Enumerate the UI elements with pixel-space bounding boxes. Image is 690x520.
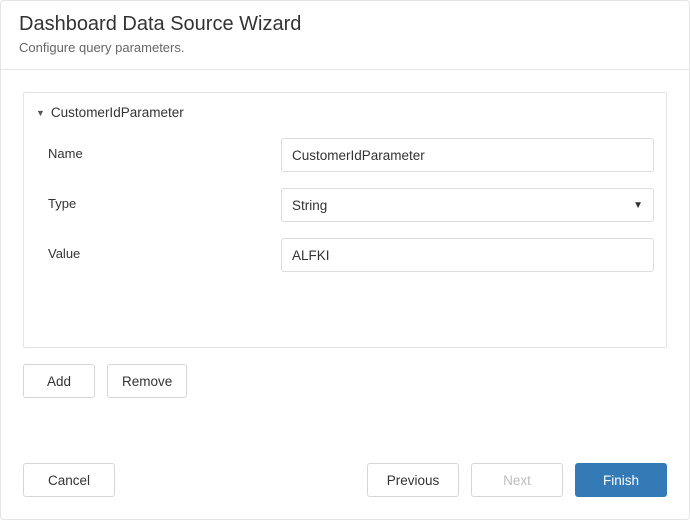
row-type: Type String ▼ bbox=[24, 180, 666, 230]
type-select[interactable]: String ▼ bbox=[281, 188, 654, 222]
name-input[interactable] bbox=[281, 138, 654, 172]
previous-button[interactable]: Previous bbox=[367, 463, 459, 497]
add-button[interactable]: Add bbox=[23, 364, 95, 398]
wizard-body: ▼ CustomerIdParameter Name Type String ▼ bbox=[1, 70, 689, 441]
type-select-value: String bbox=[292, 198, 327, 213]
collapse-triangle-icon: ▼ bbox=[36, 109, 45, 118]
parameter-section-title: CustomerIdParameter bbox=[51, 105, 184, 120]
parameter-panel: ▼ CustomerIdParameter Name Type String ▼ bbox=[23, 92, 667, 348]
row-value: Value bbox=[24, 230, 666, 280]
value-label: Value bbox=[36, 238, 281, 261]
row-name: Name bbox=[24, 130, 666, 180]
next-button: Next bbox=[471, 463, 563, 497]
value-input[interactable] bbox=[281, 238, 654, 272]
cancel-button[interactable]: Cancel bbox=[23, 463, 115, 497]
parameter-section-header[interactable]: ▼ CustomerIdParameter bbox=[24, 93, 666, 130]
wizard-subtitle: Configure query parameters. bbox=[19, 40, 671, 55]
name-label: Name bbox=[36, 138, 281, 161]
wizard-header: Dashboard Data Source Wizard Configure q… bbox=[1, 1, 689, 70]
finish-button[interactable]: Finish bbox=[575, 463, 667, 497]
wizard-title: Dashboard Data Source Wizard bbox=[19, 13, 671, 36]
remove-button[interactable]: Remove bbox=[107, 364, 187, 398]
type-label: Type bbox=[36, 188, 281, 211]
wizard-dialog: Dashboard Data Source Wizard Configure q… bbox=[0, 0, 690, 520]
parameter-actions: Add Remove bbox=[23, 348, 667, 398]
chevron-down-icon: ▼ bbox=[633, 200, 643, 211]
wizard-footer: Cancel Previous Next Finish bbox=[1, 441, 689, 519]
